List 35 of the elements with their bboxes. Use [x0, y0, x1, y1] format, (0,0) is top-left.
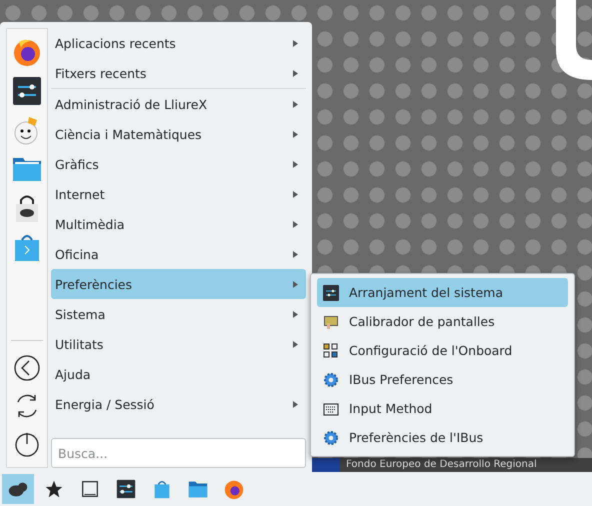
- menu-item[interactable]: Multimèdia: [51, 209, 306, 239]
- menu-item[interactable]: Preferències: [51, 269, 306, 299]
- menu-item[interactable]: Gràfics: [51, 149, 306, 179]
- flag-icon: [312, 458, 340, 472]
- screen-pointer-icon: [323, 314, 339, 330]
- menu-item[interactable]: Energia / Sessió: [51, 389, 306, 419]
- taskbar-button[interactable]: [2, 474, 34, 504]
- menu-item[interactable]: Oficina: [51, 239, 306, 269]
- menu-item[interactable]: Utilitats: [51, 329, 306, 359]
- search-field[interactable]: Busca...: [51, 438, 306, 468]
- menu-item[interactable]: Ciència i Matemàtiques: [51, 119, 306, 149]
- window-icon: [79, 478, 101, 500]
- gear-icon: [323, 372, 339, 388]
- menu-item[interactable]: Aplicacions recents: [51, 28, 306, 58]
- submenu-item[interactable]: Configuració de l'Onboard: [317, 336, 568, 365]
- banner-text: Fondo Europeo de Desarrollo Regional: [346, 458, 537, 472]
- sliders-icon: [323, 284, 339, 300]
- keyboard-icon: [323, 400, 339, 416]
- back-icon[interactable]: [13, 354, 41, 382]
- menu-item[interactable]: Sistema: [51, 299, 306, 329]
- submenu-item[interactable]: Input Method: [317, 394, 568, 423]
- submenu-item[interactable]: Calibrador de pantalles: [317, 307, 568, 336]
- menu-item[interactable]: Internet: [51, 179, 306, 209]
- menu-item[interactable]: Administració de LliureX: [51, 89, 306, 119]
- sliders-icon[interactable]: [11, 75, 43, 107]
- sliders-icon: [115, 478, 137, 500]
- firefox-icon: [223, 478, 245, 500]
- menu-item[interactable]: Fitxers recents: [51, 58, 306, 88]
- submenu-item[interactable]: IBus Preferences: [317, 365, 568, 394]
- power-icon[interactable]: [13, 430, 41, 458]
- submenu-item[interactable]: Preferències de l'IBus: [317, 423, 568, 452]
- submenu-item[interactable]: Arranjament del sistema: [317, 278, 568, 307]
- menu-item[interactable]: Ajuda: [51, 359, 306, 389]
- gear-icon: [323, 430, 339, 446]
- squares-icon: [323, 342, 339, 358]
